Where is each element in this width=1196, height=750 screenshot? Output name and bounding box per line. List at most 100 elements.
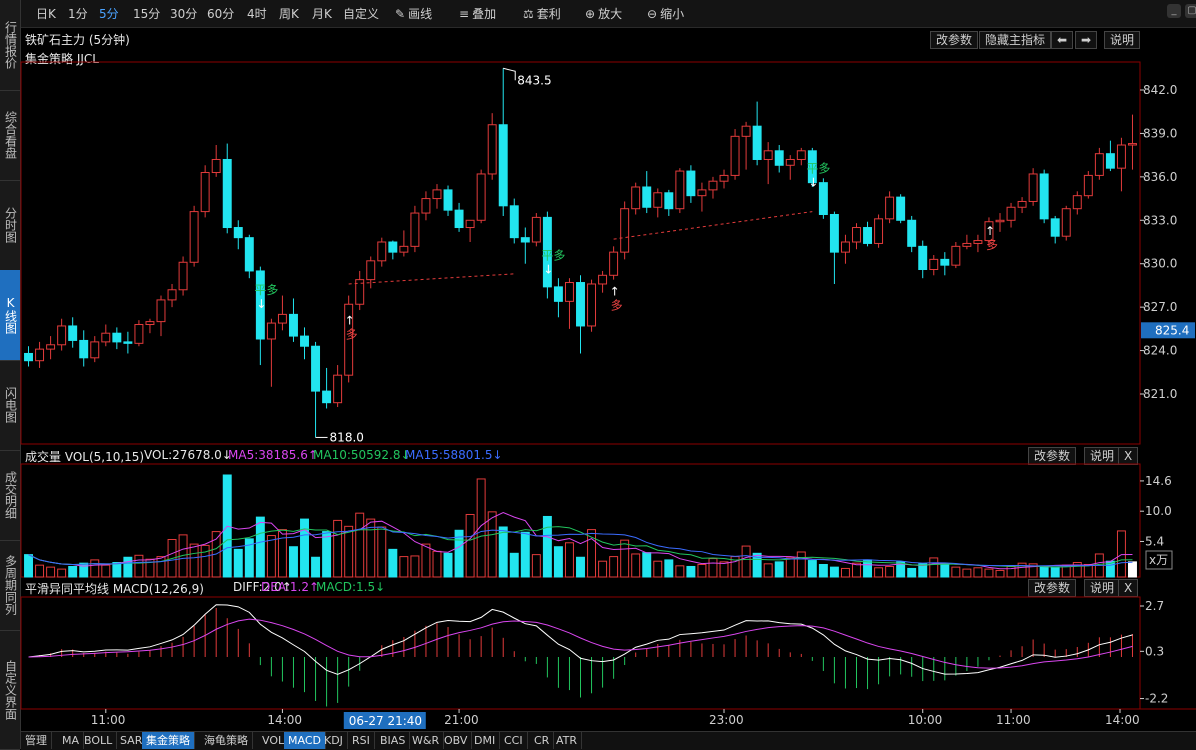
indicator-tab-0[interactable]: 管理: [21, 732, 52, 749]
candle-body: [134, 324, 144, 344]
volume-bar: [68, 565, 78, 578]
volume-bar: [796, 551, 806, 578]
volume-bar: [377, 526, 387, 578]
volume-bar: [1116, 530, 1126, 578]
candle-body: [498, 124, 508, 207]
indicator-tab-11[interactable]: W&R: [408, 732, 445, 749]
volume-y-label: 5.4: [1145, 534, 1164, 548]
volume-bar: [35, 564, 45, 578]
volume-bar: [421, 543, 431, 578]
volume-bar: [520, 531, 530, 578]
candle-body: [1006, 206, 1016, 221]
volume-bar: [741, 545, 751, 578]
y-tick-label: 842.0: [1143, 83, 1177, 97]
candle-body: [896, 196, 906, 221]
candle-body: [863, 227, 873, 244]
time-label: 11:00: [996, 713, 1031, 727]
y-tick-label: 833.0: [1143, 213, 1177, 227]
volume-bar: [288, 546, 298, 578]
volume-bar: [255, 516, 265, 578]
indicator-tab-8[interactable]: KDJ: [320, 732, 348, 749]
indicator-tab-12[interactable]: OBV: [440, 732, 473, 749]
candle-body: [973, 240, 983, 244]
indicator-tab-15[interactable]: CR: [530, 732, 555, 749]
candle-body: [520, 237, 530, 243]
signal-label: 多: [611, 299, 623, 313]
volume-bar: [1128, 561, 1137, 578]
indicator-tab-4[interactable]: 集金策略: [142, 732, 195, 749]
candle-body: [465, 219, 475, 229]
y-tick-label: 836.0: [1143, 170, 1177, 184]
candle-body: [929, 258, 939, 271]
candle-body: [399, 245, 409, 253]
time-label: 21:00: [444, 713, 479, 727]
candle-body: [68, 325, 78, 341]
position-line: [613, 211, 813, 240]
volume-bar: [355, 512, 365, 578]
candle-body: [785, 158, 795, 166]
indicator-tab-16[interactable]: ATR: [552, 732, 583, 749]
volume-bar: [686, 565, 696, 578]
volume-bar: [984, 568, 994, 578]
candle-body: [178, 261, 188, 291]
indicator-tab-2[interactable]: BOLL: [80, 732, 118, 749]
candle-body: [631, 186, 641, 210]
candle-body: [796, 150, 806, 160]
indicator-tab-10[interactable]: BIAS: [376, 732, 411, 749]
volume-bar: [553, 546, 563, 578]
volume-bar: [818, 563, 828, 578]
candle-body: [123, 341, 133, 344]
volume-bar: [829, 566, 839, 578]
volume-bar: [79, 562, 89, 578]
candle-body: [1017, 200, 1027, 208]
candle-body: [233, 227, 243, 239]
volume-bar: [134, 554, 144, 578]
volume-bar: [929, 557, 939, 578]
candle-body: [57, 325, 67, 346]
indicator-tab-13[interactable]: DMI: [470, 732, 501, 749]
candle-body: [1094, 153, 1104, 176]
volume-bar: [333, 519, 343, 578]
volume-bar: [763, 563, 773, 578]
y-tick-label: 830.0: [1143, 257, 1177, 271]
candle-body: [421, 198, 431, 214]
indicator-tab-9[interactable]: RSI: [348, 732, 375, 749]
volume-bar: [24, 554, 33, 578]
kline-chart[interactable]: 842.0 839.0 836.0 833.0 830.0 827.0 824.0 821.0…: [0, 0, 1196, 731]
candle-body: [951, 245, 961, 266]
candle-body: [564, 282, 574, 302]
candle-body: [288, 313, 298, 337]
candle-body: [697, 189, 707, 197]
candle-body: [907, 219, 917, 247]
candle-body: [156, 299, 166, 323]
volume-bar: [90, 559, 100, 578]
down-arrow-icon: ↓: [808, 175, 818, 189]
candle-body: [852, 227, 861, 243]
candle-body: [741, 125, 751, 137]
indicator-tab-5[interactable]: 海龟策略: [200, 732, 253, 749]
volume-bar: [653, 560, 663, 578]
volume-bar: [388, 548, 398, 578]
volume-bar: [300, 518, 309, 578]
candle-body: [46, 344, 56, 350]
volume-bar: [774, 561, 784, 578]
volume-bar: [1050, 566, 1060, 578]
signal-label: 平多: [541, 248, 565, 262]
macd-y-label: 0.3: [1145, 644, 1164, 658]
candle-body: [1116, 144, 1126, 169]
volume-bar: [719, 561, 729, 578]
candle-body: [311, 345, 321, 392]
volume-bar: [410, 555, 420, 578]
candle-body: [101, 332, 111, 343]
volume-bar: [697, 563, 707, 578]
signal-label: 多: [346, 328, 358, 342]
candle-body: [410, 212, 420, 247]
volume-bar: [542, 515, 552, 578]
indicator-tab-14[interactable]: CCI: [500, 732, 528, 749]
volume-bar: [123, 556, 133, 578]
high-label: 843.5: [517, 73, 551, 87]
volume-bar: [277, 529, 287, 578]
volume-bar: [432, 550, 442, 578]
volume-bar: [112, 562, 122, 578]
candle-body: [1050, 218, 1060, 237]
